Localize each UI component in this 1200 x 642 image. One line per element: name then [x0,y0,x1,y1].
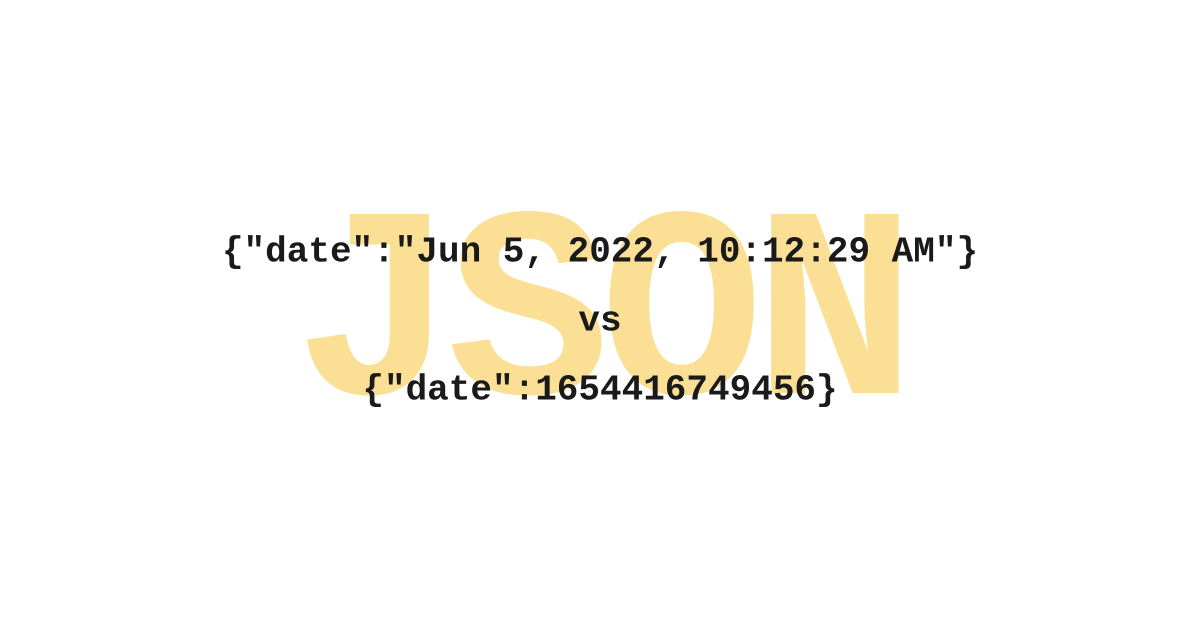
comparison-block: {"date":"Jun 5, 2022, 10:12:29 AM"} vs {… [222,232,978,411]
vs-separator: vs [578,301,621,342]
json-date-string-example: {"date":"Jun 5, 2022, 10:12:29 AM"} [222,232,978,273]
json-date-timestamp-example: {"date":1654416749456} [362,370,837,411]
